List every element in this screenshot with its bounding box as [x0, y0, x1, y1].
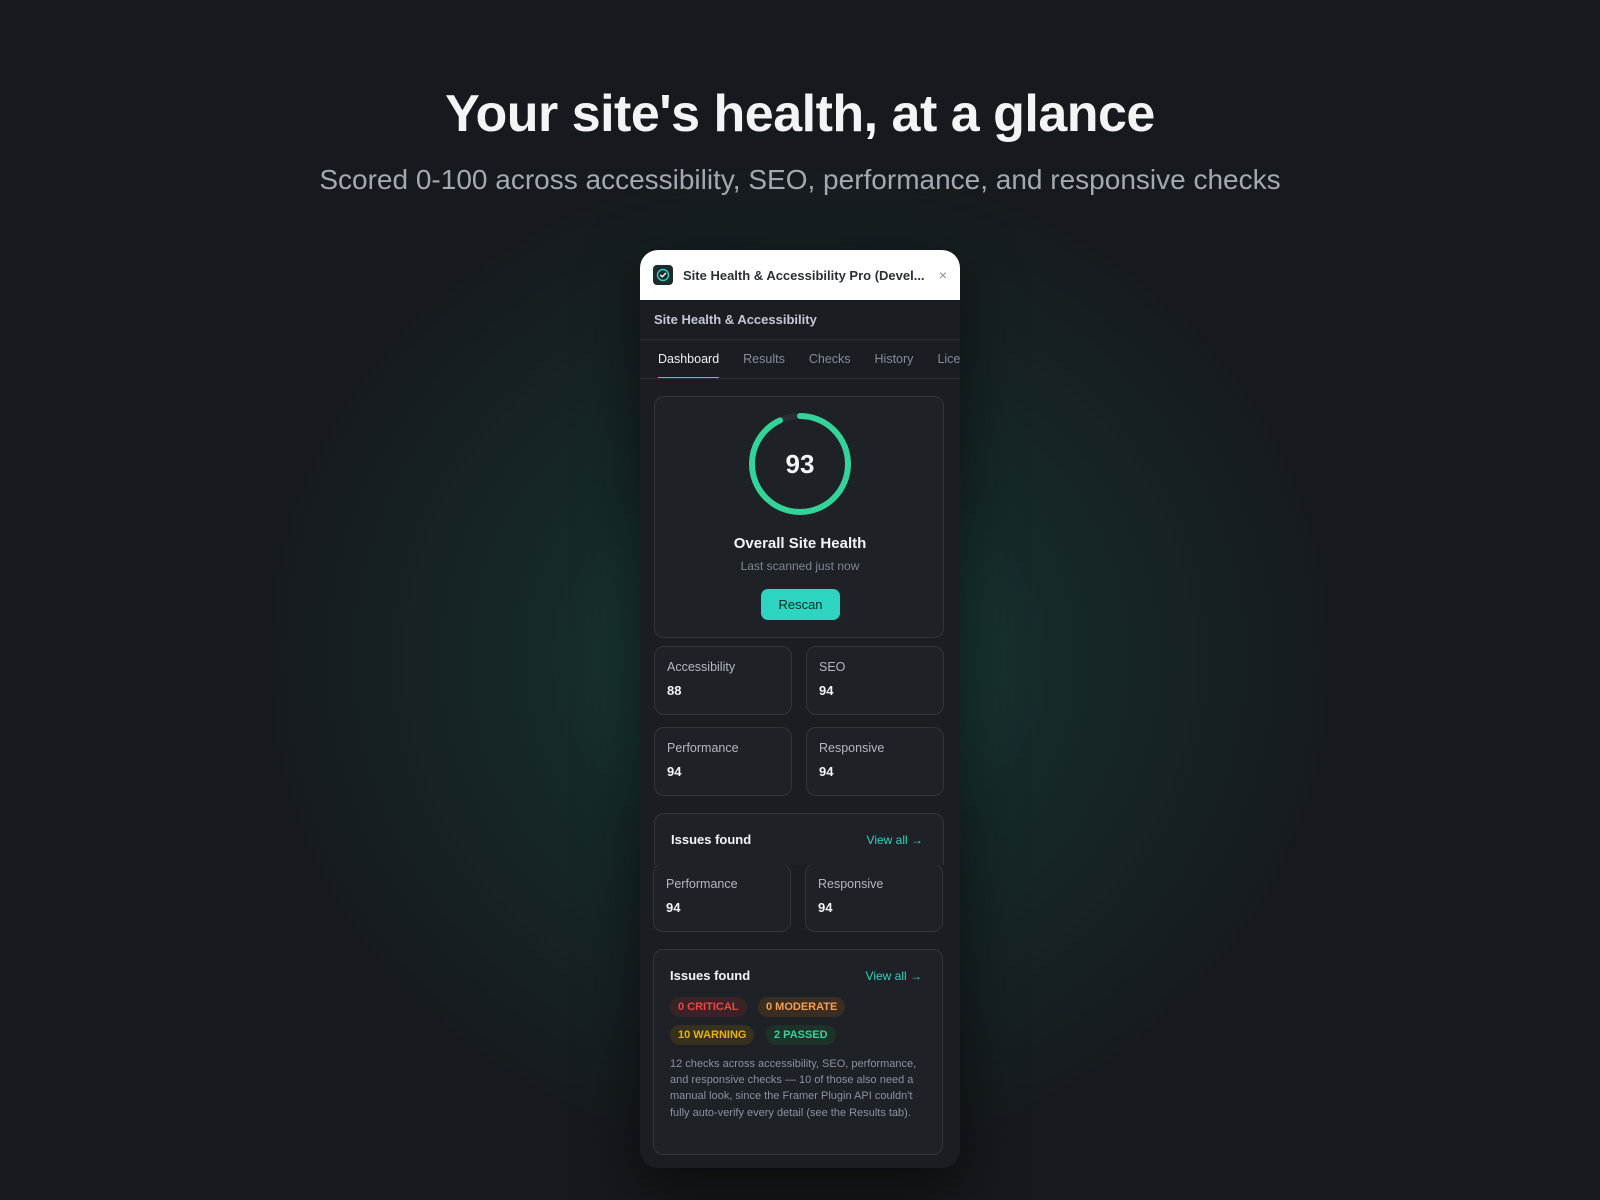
- issues-card-preview: Issues found View all →: [654, 813, 944, 865]
- metric-value: 94: [667, 764, 682, 779]
- issues-title: Issues found: [670, 968, 751, 983]
- close-icon[interactable]: ×: [929, 267, 947, 283]
- metric-label: Responsive: [819, 741, 885, 755]
- moderate-badge: 0 MODERATE: [758, 997, 846, 1017]
- hero-subtitle: Scored 0-100 across accessibility, SEO, …: [319, 164, 1281, 195]
- metric-label: Performance: [667, 741, 739, 755]
- metric-value: 94: [818, 900, 833, 915]
- last-scanned-text: Last scanned just now: [740, 559, 860, 573]
- overall-score-title: Overall Site Health: [733, 535, 867, 552]
- metric-card-accessibility[interactable]: Accessibility 88: [654, 646, 792, 715]
- metric-value: 94: [666, 900, 681, 915]
- plugin-window: Site Health & Accessibility Pro (Devel..…: [640, 250, 960, 865]
- metric-label: SEO: [819, 660, 846, 674]
- metric-card-seo[interactable]: SEO 94: [806, 646, 944, 715]
- metric-card-responsive[interactable]: Responsive 94: [805, 863, 943, 932]
- tab-dashboard[interactable]: Dashboard: [658, 340, 720, 378]
- issues-title: Issues found: [671, 832, 752, 847]
- critical-badge: 0 CRITICAL: [670, 997, 747, 1017]
- issues-description: 12 checks across accessibility, SEO, per…: [670, 1058, 917, 1119]
- metric-card-performance[interactable]: Performance 94: [653, 863, 791, 932]
- view-all-link[interactable]: View all →: [866, 969, 922, 983]
- tab-checks[interactable]: Checks: [809, 340, 851, 378]
- metric-label: Performance: [666, 877, 738, 891]
- window-titlebar: Site Health & Accessibility Pro (Devel..…: [640, 250, 960, 300]
- tab-history[interactable]: History: [875, 340, 914, 378]
- metric-label: Accessibility: [667, 660, 736, 674]
- tab-bar: Dashboard Results Checks History Licen: [640, 340, 960, 379]
- warning-badge: 10 WARNING: [670, 1025, 755, 1045]
- app-header: Site Health & Accessibility: [640, 300, 960, 340]
- view-all-link[interactable]: View all →: [867, 833, 923, 847]
- metric-value: 94: [819, 683, 834, 698]
- overall-score-card: 93 Overall Site Health Last scanned just…: [654, 396, 944, 638]
- tab-results[interactable]: Results: [743, 340, 785, 378]
- metric-card-responsive[interactable]: Responsive 94: [806, 727, 944, 796]
- overall-score: 93: [785, 448, 815, 479]
- metric-value: 88: [667, 683, 682, 698]
- issues-card: Issues found View all → 0 CRITICAL 0 MOD…: [653, 949, 943, 1155]
- rescan-button[interactable]: Rescan: [761, 589, 840, 620]
- hero-title: Your site's health, at a glance: [445, 85, 1155, 143]
- tab-license[interactable]: Licen: [937, 340, 960, 378]
- metric-card-performance[interactable]: Performance 94: [654, 727, 792, 796]
- window-title: Site Health & Accessibility Pro (Devel..…: [683, 267, 925, 283]
- metric-value: 94: [819, 764, 834, 779]
- shield-check-icon: [653, 265, 673, 285]
- passed-badge: 2 PASSED: [766, 1025, 836, 1045]
- metric-label: Responsive: [818, 877, 884, 891]
